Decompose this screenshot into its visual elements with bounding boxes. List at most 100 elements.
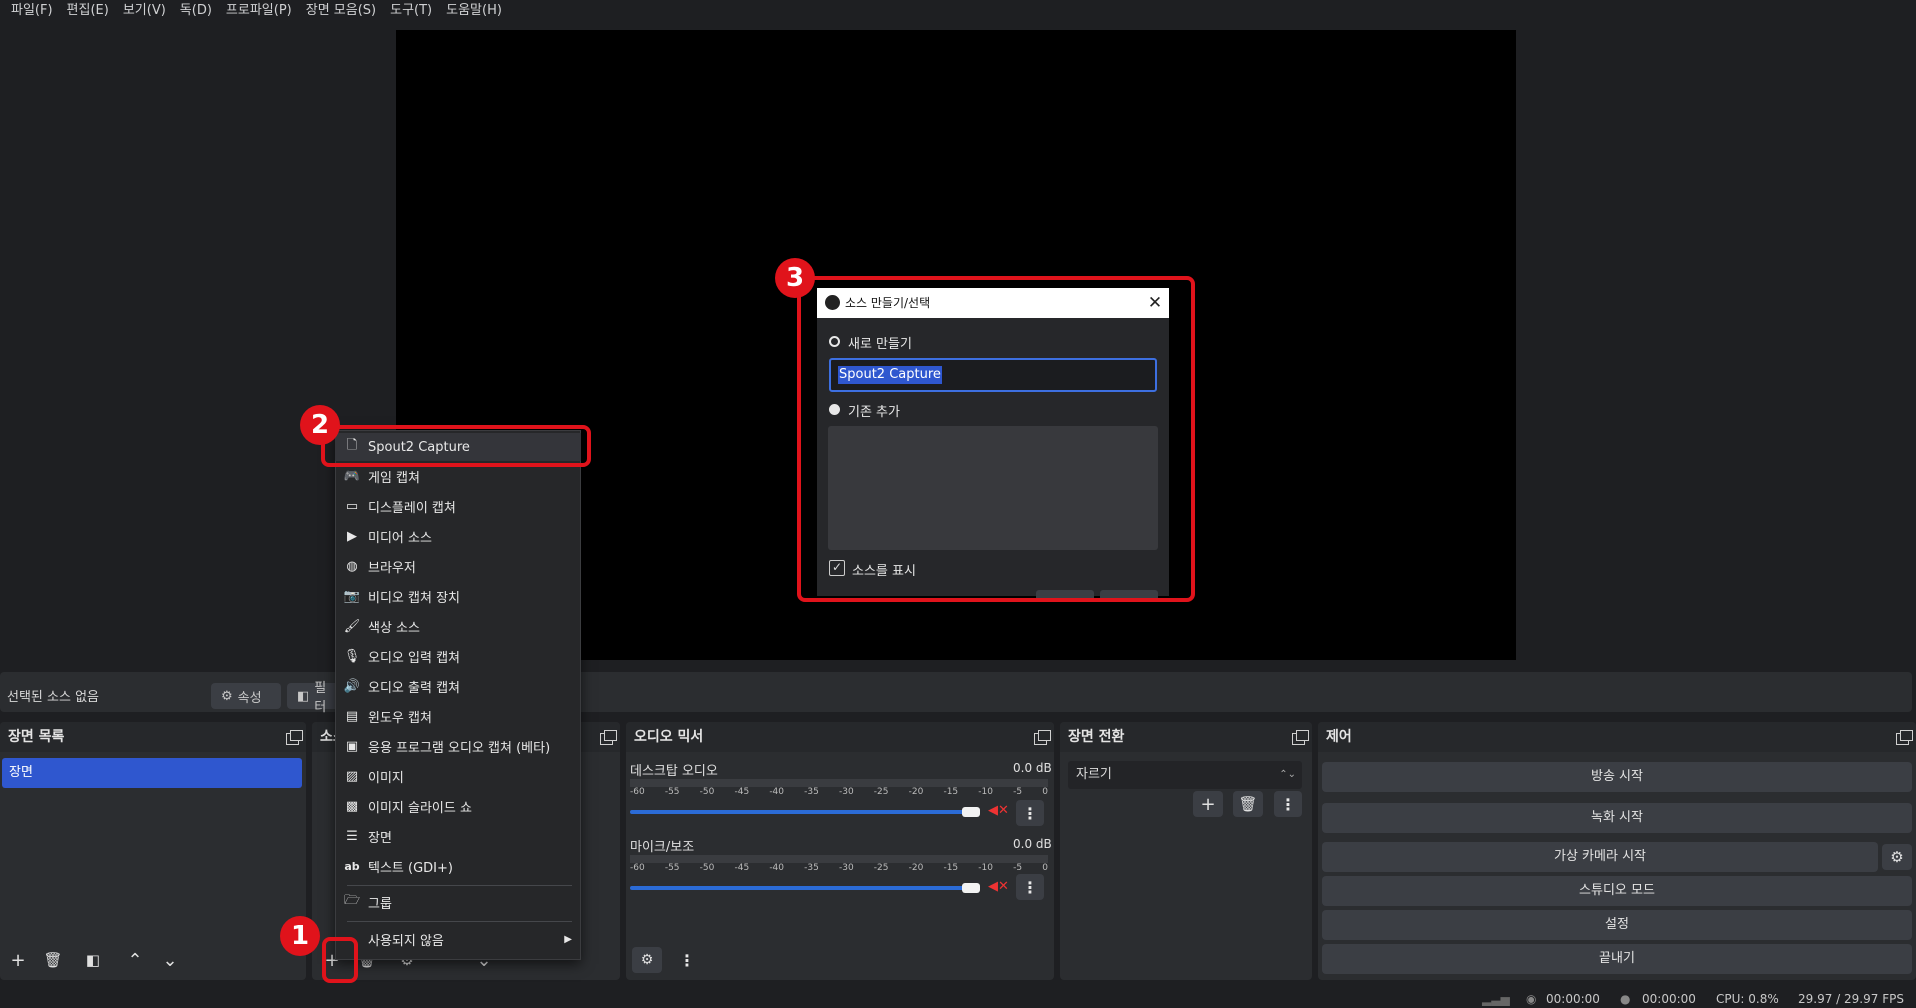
record-icon: ● — [1620, 992, 1631, 1006]
trash-icon: 🗑 — [43, 951, 63, 969]
menu-item-image-slideshow[interactable]: ▩ 이미지 슬라이드 쇼 — [342, 792, 576, 820]
gears-icon: ⚙ — [640, 952, 654, 968]
start-recording-button[interactable]: 녹화 시작 — [1322, 803, 1912, 833]
menu-edit[interactable]: 편집(E) — [60, 0, 116, 22]
transition-select[interactable]: 자르기 ⌃⌄ — [1068, 761, 1302, 789]
menu-tools[interactable]: 도구(T) — [383, 0, 439, 22]
add-transition-button[interactable]: + — [1193, 791, 1223, 817]
volume-slider-handle[interactable] — [962, 883, 980, 893]
no-source-label: 선택된 소스 없음 — [7, 690, 99, 705]
menu-view[interactable]: 보기(V) — [116, 0, 173, 22]
menu-bar: 파일(F) 편집(E) 보기(V) 독(D) 프로파일(P) 장면 모음(S) … — [0, 0, 1916, 22]
mixer-channel-name: 데스크탑 오디오 — [630, 764, 718, 779]
virtual-camera-settings-button[interactable]: ⚙ — [1882, 844, 1912, 870]
folder-icon: 🗁 — [343, 893, 361, 908]
audio-mixer-title: 오디오 믹서 — [626, 722, 1054, 752]
menu-profile[interactable]: 프로파일(P) — [219, 0, 299, 22]
chevron-right-icon: ▶ — [564, 933, 572, 945]
step-badge-3: 3 — [775, 258, 815, 298]
undock-icon[interactable] — [1292, 730, 1309, 745]
record-time: 00:00:00 — [1642, 992, 1696, 1006]
channel-menu-button[interactable]: ⋮ — [1016, 874, 1044, 900]
properties-button[interactable]: ⚙ 속성 — [211, 683, 281, 709]
menu-separator — [347, 921, 572, 922]
scene-filters-button[interactable]: ◧ — [78, 947, 108, 973]
step-badge-2: 2 — [300, 405, 340, 445]
meter-scale: -60 -55 -50 -45 -40 -35 -30 -25 -20 -15 -10 -5 0 — [630, 863, 1048, 873]
menu-item-app-audio-capture[interactable]: ▣ 응용 프로그램 오디오 캡쳐 (베타) — [342, 732, 576, 760]
undock-icon[interactable] — [600, 730, 617, 745]
scenes-dock-title: 장면 목록 — [0, 722, 306, 752]
menu-item-scene[interactable]: ☰ 장면 — [342, 822, 576, 850]
menu-item-video-capture-device[interactable]: 📷 비디오 캡쳐 장치 — [342, 582, 576, 610]
menu-item-browser[interactable]: ◍ 브라우저 — [342, 552, 576, 580]
monitor-icon: ▭ — [345, 498, 359, 514]
speaker-muted-icon[interactable]: ◀✕ — [988, 879, 1009, 894]
menu-help[interactable]: 도움말(H) — [439, 0, 509, 22]
scene-up-button[interactable]: ⌃ — [120, 947, 150, 973]
menu-item-audio-input-capture[interactable]: 🎙 오디오 입력 캡쳐 — [342, 642, 576, 670]
fps-readout: 29.97 / 29.97 FPS — [1798, 992, 1904, 1006]
filter-icon: ◧ — [85, 951, 101, 969]
speaker-muted-icon[interactable]: ◀✕ — [988, 803, 1009, 818]
add-scene-button[interactable]: + — [3, 947, 33, 973]
chevron-down-icon: ⌄ — [162, 949, 178, 971]
studio-mode-button[interactable]: 스튜디오 모드 — [1322, 876, 1912, 906]
plus-icon: + — [10, 949, 26, 971]
start-streaming-button[interactable]: 방송 시작 — [1322, 762, 1912, 792]
menu-file[interactable]: 파일(F) — [4, 0, 60, 22]
kebab-icon: ⋮ — [1280, 794, 1296, 814]
scene-down-button[interactable]: ⌄ — [155, 947, 185, 973]
remove-scene-button[interactable]: 🗑 — [38, 947, 68, 973]
plus-icon: + — [1200, 793, 1216, 815]
mixer-settings-button[interactable]: ⚙ — [632, 947, 662, 973]
menu-item-window-capture[interactable]: ▤ 윈도우 캡쳐 — [342, 702, 576, 730]
scene-list-item[interactable]: 장면 — [2, 758, 302, 788]
slideshow-icon: ▩ — [345, 798, 359, 814]
undock-icon[interactable] — [1034, 730, 1051, 745]
volume-slider[interactable] — [630, 886, 976, 890]
highlight-dialog — [797, 276, 1195, 602]
kebab-icon: ⋮ — [1022, 877, 1038, 897]
undock-icon[interactable] — [1896, 730, 1913, 745]
menu-item-group[interactable]: 🗁 그룹 — [342, 888, 576, 916]
volume-slider[interactable] — [630, 810, 976, 814]
remove-transition-button[interactable]: 🗑 — [1233, 791, 1263, 817]
undock-icon[interactable] — [286, 730, 303, 745]
menu-item-deprecated[interactable]: 사용되지 않음 ▶ — [342, 925, 576, 953]
filter-icon: ◧ — [297, 688, 310, 704]
brush-icon: 🖌 — [343, 618, 361, 634]
menu-item-image[interactable]: ▨ 이미지 — [342, 762, 576, 790]
mixer-menu-button[interactable]: ⋮ — [673, 947, 701, 973]
globe-icon: ◍ — [346, 558, 358, 574]
gear-icon: ⚙ — [221, 688, 233, 704]
channel-menu-button[interactable]: ⋮ — [1016, 800, 1044, 826]
image-icon: ▨ — [345, 768, 359, 784]
list-icon: ☰ — [346, 828, 358, 844]
menu-item-audio-output-capture[interactable]: 🔊 오디오 출력 캡쳐 — [342, 672, 576, 700]
chevron-up-icon: ⌃ — [127, 949, 143, 971]
signal-icon: ▂▃▅ — [1482, 992, 1510, 1006]
camera-icon: 📷 — [343, 588, 361, 604]
gear-icon: ⚙ — [1890, 848, 1904, 866]
menu-scene-collection[interactable]: 장면 모음(S) — [299, 0, 383, 22]
mixer-channel-name: 마이크/보조 — [630, 840, 695, 855]
mixer-channel-db: 0.0 dB — [1013, 761, 1052, 775]
menu-item-display-capture[interactable]: ▭ 디스플레이 캡쳐 — [342, 492, 576, 520]
menu-item-media-source[interactable]: ▶ 미디어 소스 — [342, 522, 576, 550]
controls-title: 제어 — [1318, 722, 1916, 752]
exit-button[interactable]: 끝내기 — [1322, 944, 1912, 974]
meter-scale: -60 -55 -50 -45 -40 -35 -30 -25 -20 -15 -10 -5 0 — [630, 787, 1048, 797]
spinner-icon: ⌃⌄ — [1279, 769, 1296, 780]
volume-slider-handle[interactable] — [962, 807, 980, 817]
menu-item-text-gdi[interactable]: ab 텍스트 (GDI+) — [342, 852, 576, 880]
text-icon: ab — [344, 859, 360, 873]
menu-dock[interactable]: 독(D) — [173, 0, 219, 22]
transition-menu-button[interactable]: ⋮ — [1274, 791, 1302, 817]
settings-button[interactable]: 설정 — [1322, 910, 1912, 940]
window-icon: ▤ — [345, 708, 359, 724]
step-badge-1: 1 — [280, 916, 320, 956]
menu-item-color-source[interactable]: 🖌 색상 소스 — [342, 612, 576, 640]
audio-level-meter — [630, 779, 1048, 787]
start-virtual-camera-button[interactable]: 가상 카메라 시작 — [1322, 842, 1878, 872]
